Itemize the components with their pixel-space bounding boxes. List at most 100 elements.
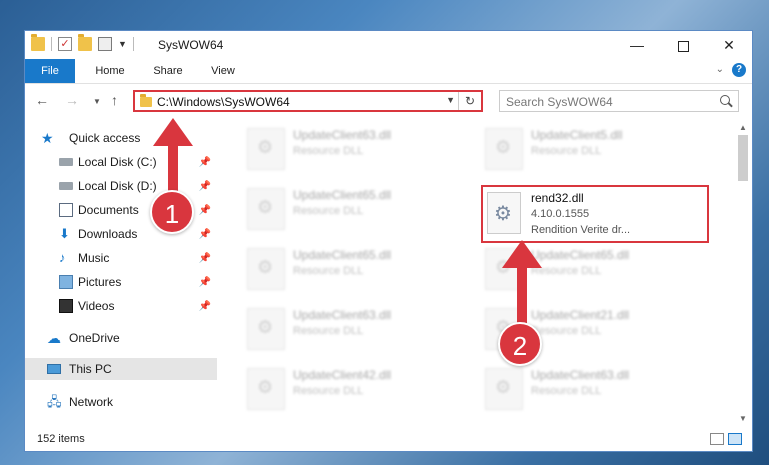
pin-icon[interactable]: 📌 — [199, 200, 211, 222]
address-bar[interactable]: C:\Windows\SysWOW64 ▼ ↻ — [133, 90, 483, 112]
minimize-button[interactable]: — — [614, 31, 660, 59]
tab-share[interactable]: Share — [143, 59, 193, 83]
file-name: UpdateClient63.dll — [293, 308, 392, 322]
file-type: Resource DLL — [293, 385, 364, 397]
pin-icon[interactable]: 📌 — [199, 248, 211, 270]
sidebar-item-label: This PC — [69, 362, 112, 376]
file-name: UpdateClient65.dll — [293, 188, 392, 202]
forward-arrow-icon[interactable]: → — [65, 92, 79, 108]
dll-file-icon — [247, 128, 285, 170]
highlighted-file-item[interactable]: rend32.dll 4.10.0.1555 Rendition Verite … — [481, 185, 709, 243]
back-arrow-icon[interactable]: ← — [35, 92, 49, 108]
folder-icon[interactable] — [31, 34, 45, 51]
dll-file-icon — [487, 192, 521, 234]
file-type: Resource DLL — [531, 385, 602, 397]
file-type: Resource DLL — [293, 265, 364, 277]
file-item[interactable]: UpdateClient42.dll Resource DLL — [247, 363, 477, 413]
sidebar-item-label: Local Disk (C:) — [78, 155, 157, 169]
search-input[interactable]: Search SysWOW64 — [499, 90, 739, 112]
sidebar-item-label: Documents — [78, 203, 139, 217]
file-name: UpdateClient5.dll — [531, 128, 623, 142]
tab-view[interactable]: View — [200, 59, 246, 83]
sidebar-item-music[interactable]: ♪ Music 📌 — [25, 247, 217, 269]
file-item[interactable]: UpdateClient5.dll Resource DLL — [485, 123, 715, 173]
file-type: Resource DLL — [293, 325, 364, 337]
scroll-up-icon[interactable]: ▲ — [739, 123, 747, 132]
maximize-button[interactable] — [660, 31, 706, 59]
network-icon: 🖧 — [47, 394, 62, 409]
file-item[interactable]: UpdateClient63.dll Resource DLL — [247, 303, 477, 353]
pin-icon[interactable]: 📌 — [199, 152, 211, 174]
tab-file[interactable]: File — [25, 59, 75, 83]
view-toggle — [710, 433, 742, 445]
pin-icon[interactable]: 📌 — [199, 224, 211, 246]
title-bar: ✓ ▼ SysWOW64 — ✕ — [25, 31, 752, 59]
chevron-down-icon[interactable]: ⌄ — [716, 64, 724, 75]
explorer-window: ✓ ▼ SysWOW64 — ✕ File Home Share View ⌄ … — [24, 30, 753, 452]
scrollbar-thumb[interactable] — [738, 135, 748, 181]
address-path[interactable]: C:\Windows\SysWOW64 — [157, 95, 290, 109]
annotation-arrow-head — [502, 240, 542, 268]
new-folder-icon[interactable] — [78, 34, 92, 51]
window-title: SysWOW64 — [158, 38, 224, 52]
large-icons-view-icon[interactable] — [728, 433, 742, 445]
search-icon[interactable] — [720, 95, 730, 105]
chevron-down-icon[interactable]: ▼ — [446, 95, 455, 105]
sidebar-item-videos[interactable]: Videos 📌 — [25, 295, 217, 317]
file-name: UpdateClient63.dll — [293, 128, 392, 142]
cloud-icon: ☁ — [47, 330, 61, 346]
details-view-icon[interactable] — [710, 433, 724, 445]
file-item[interactable]: UpdateClient63.dll Resource DLL — [247, 123, 477, 173]
sidebar-item-label: Downloads — [78, 227, 138, 241]
vertical-scrollbar[interactable]: ▲ ▼ — [736, 123, 750, 423]
downloads-icon: ⬇ — [59, 226, 70, 241]
scroll-down-icon[interactable]: ▼ — [739, 414, 747, 423]
sidebar-item-label: Network — [69, 395, 114, 409]
file-item[interactable]: UpdateClient63.dll Resource DLL — [485, 363, 715, 413]
file-item[interactable]: UpdateClient65.dll Resource DLL — [247, 183, 477, 233]
sidebar-item-label: Pictures — [78, 275, 122, 289]
chevron-down-icon[interactable]: ▼ — [118, 39, 127, 49]
tab-home[interactable]: Home — [85, 59, 135, 83]
annotation-arrow-head — [153, 118, 193, 146]
maximize-icon — [677, 40, 689, 52]
quick-access-toolbar: ✓ ▼ — [31, 34, 134, 51]
dll-file-icon — [485, 368, 523, 410]
sidebar-item-network[interactable]: 🖧 Network — [25, 391, 217, 413]
file-name: UpdateClient63.dll — [531, 368, 630, 382]
file-type: Resource DLL — [531, 145, 602, 157]
pin-icon[interactable]: 📌 — [199, 296, 211, 318]
annotation-arrow — [517, 262, 527, 326]
computer-icon — [47, 364, 61, 374]
file-name: UpdateClient21.dll — [531, 308, 630, 322]
file-version: 4.10.0.1555 — [531, 208, 590, 220]
drive-icon — [59, 182, 73, 190]
navigation-bar: ← → ▼ ↑ C:\Windows\SysWOW64 ▼ ↻ Search S… — [25, 87, 752, 115]
sidebar-item-local-disk-d[interactable]: Local Disk (D:) 📌 — [25, 175, 217, 197]
file-name: UpdateClient42.dll — [293, 368, 392, 382]
pictures-icon — [59, 275, 73, 289]
customize-icon[interactable] — [98, 37, 112, 51]
file-name: UpdateClient65.dll — [293, 248, 392, 262]
properties-check-icon[interactable]: ✓ — [58, 37, 72, 51]
dll-file-icon — [247, 248, 285, 290]
sidebar-item-label: Music — [78, 251, 110, 265]
refresh-icon[interactable]: ↻ — [458, 92, 481, 110]
help-icon[interactable]: ? — [732, 63, 746, 77]
folder-icon — [140, 94, 152, 107]
sidebar-item-this-pc[interactable]: This PC — [25, 358, 217, 380]
sidebar-item-label: OneDrive — [69, 331, 120, 345]
sidebar-item-onedrive[interactable]: ☁ OneDrive — [25, 327, 217, 349]
sidebar-item-local-disk-c[interactable]: Local Disk (C:) 📌 — [25, 151, 217, 173]
up-arrow-icon[interactable]: ↑ — [111, 92, 118, 108]
sidebar-item-label: Local Disk (D:) — [78, 179, 157, 193]
dll-file-icon — [247, 308, 285, 350]
sidebar-item-label: Videos — [78, 299, 115, 313]
pin-icon[interactable]: 📌 — [199, 176, 211, 198]
drive-icon — [59, 158, 73, 166]
close-button[interactable]: ✕ — [706, 31, 752, 59]
pin-icon[interactable]: 📌 — [199, 272, 211, 294]
recent-locations-chevron-icon[interactable]: ▼ — [93, 97, 101, 106]
sidebar-item-pictures[interactable]: Pictures 📌 — [25, 271, 217, 293]
file-item[interactable]: UpdateClient65.dll Resource DLL — [247, 243, 477, 293]
